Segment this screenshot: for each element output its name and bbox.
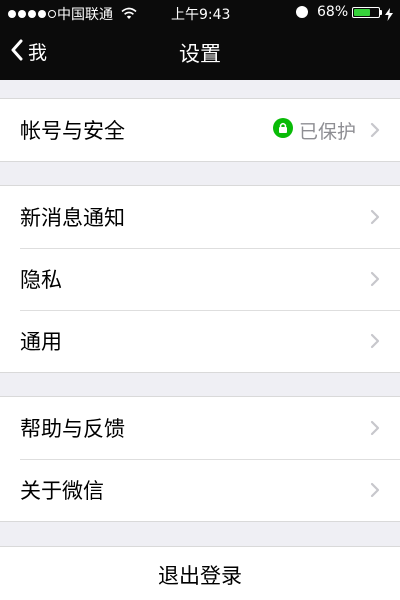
status-bar: 中国联通 上午9:43 68%	[0, 0, 400, 26]
signal-dot	[28, 10, 36, 18]
row-accessory	[368, 418, 382, 438]
charging-bolt-icon	[385, 6, 393, 25]
chevron-right-icon	[368, 207, 382, 227]
account-security-row[interactable]: 帐号与安全 已保护	[0, 99, 400, 161]
logout-button[interactable]: 退出登录	[0, 546, 400, 600]
signal-dot	[48, 10, 56, 18]
privacy-row[interactable]: 隐私	[0, 248, 400, 310]
chevron-right-icon	[368, 331, 382, 351]
chevron-right-icon	[368, 269, 382, 289]
wifi-icon	[121, 5, 137, 24]
row-accessory	[368, 331, 382, 351]
alarm-clock-icon	[296, 6, 308, 18]
chevron-right-icon	[368, 480, 382, 500]
row-label: 隐私	[20, 268, 62, 292]
status-time: 上午9:43	[171, 7, 231, 23]
notifications-group: 新消息通知 隐私 通用	[0, 185, 400, 373]
help-group: 帮助与反馈 关于微信	[0, 396, 400, 522]
top-bar: 中国联通 上午9:43 68% 我 设置	[0, 0, 400, 80]
signal-dot	[8, 10, 16, 18]
row-accessory	[368, 269, 382, 289]
row-label: 关于微信	[20, 479, 104, 503]
row-accessory	[368, 480, 382, 500]
row-label: 通用	[20, 330, 62, 354]
battery-tip	[380, 10, 382, 15]
signal-dot	[38, 10, 46, 18]
account-group: 帐号与安全 已保护	[0, 98, 400, 162]
row-accessory	[368, 207, 382, 227]
signal-dot	[18, 10, 26, 18]
battery-fill	[354, 9, 370, 16]
general-row[interactable]: 通用	[0, 310, 400, 372]
logout-label: 退出登录	[158, 563, 242, 588]
row-label: 帮助与反馈	[20, 417, 125, 441]
row-accessory: 已保护	[272, 117, 382, 144]
row-label: 新消息通知	[20, 206, 125, 230]
chevron-right-icon	[368, 418, 382, 438]
help-feedback-row[interactable]: 帮助与反馈	[0, 397, 400, 459]
chevron-right-icon	[368, 120, 382, 140]
lock-icon	[272, 118, 293, 142]
battery-percentage: 68%	[317, 4, 349, 20]
settings-screen: 中国联通 上午9:43 68% 我 设置 帐号与安全 已保护 新消息通知 隐私 …	[0, 0, 400, 600]
navigation-bar: 我 设置	[0, 26, 400, 80]
new-message-notification-row[interactable]: 新消息通知	[0, 186, 400, 248]
page-title: 设置	[179, 42, 221, 66]
carrier-name: 中国联通	[57, 7, 113, 23]
row-label: 帐号与安全	[20, 119, 125, 143]
signal-strength-icon	[8, 10, 56, 18]
protection-status: 已保护	[298, 120, 356, 143]
about-wechat-row[interactable]: 关于微信	[0, 459, 400, 521]
battery-icon	[352, 7, 380, 18]
